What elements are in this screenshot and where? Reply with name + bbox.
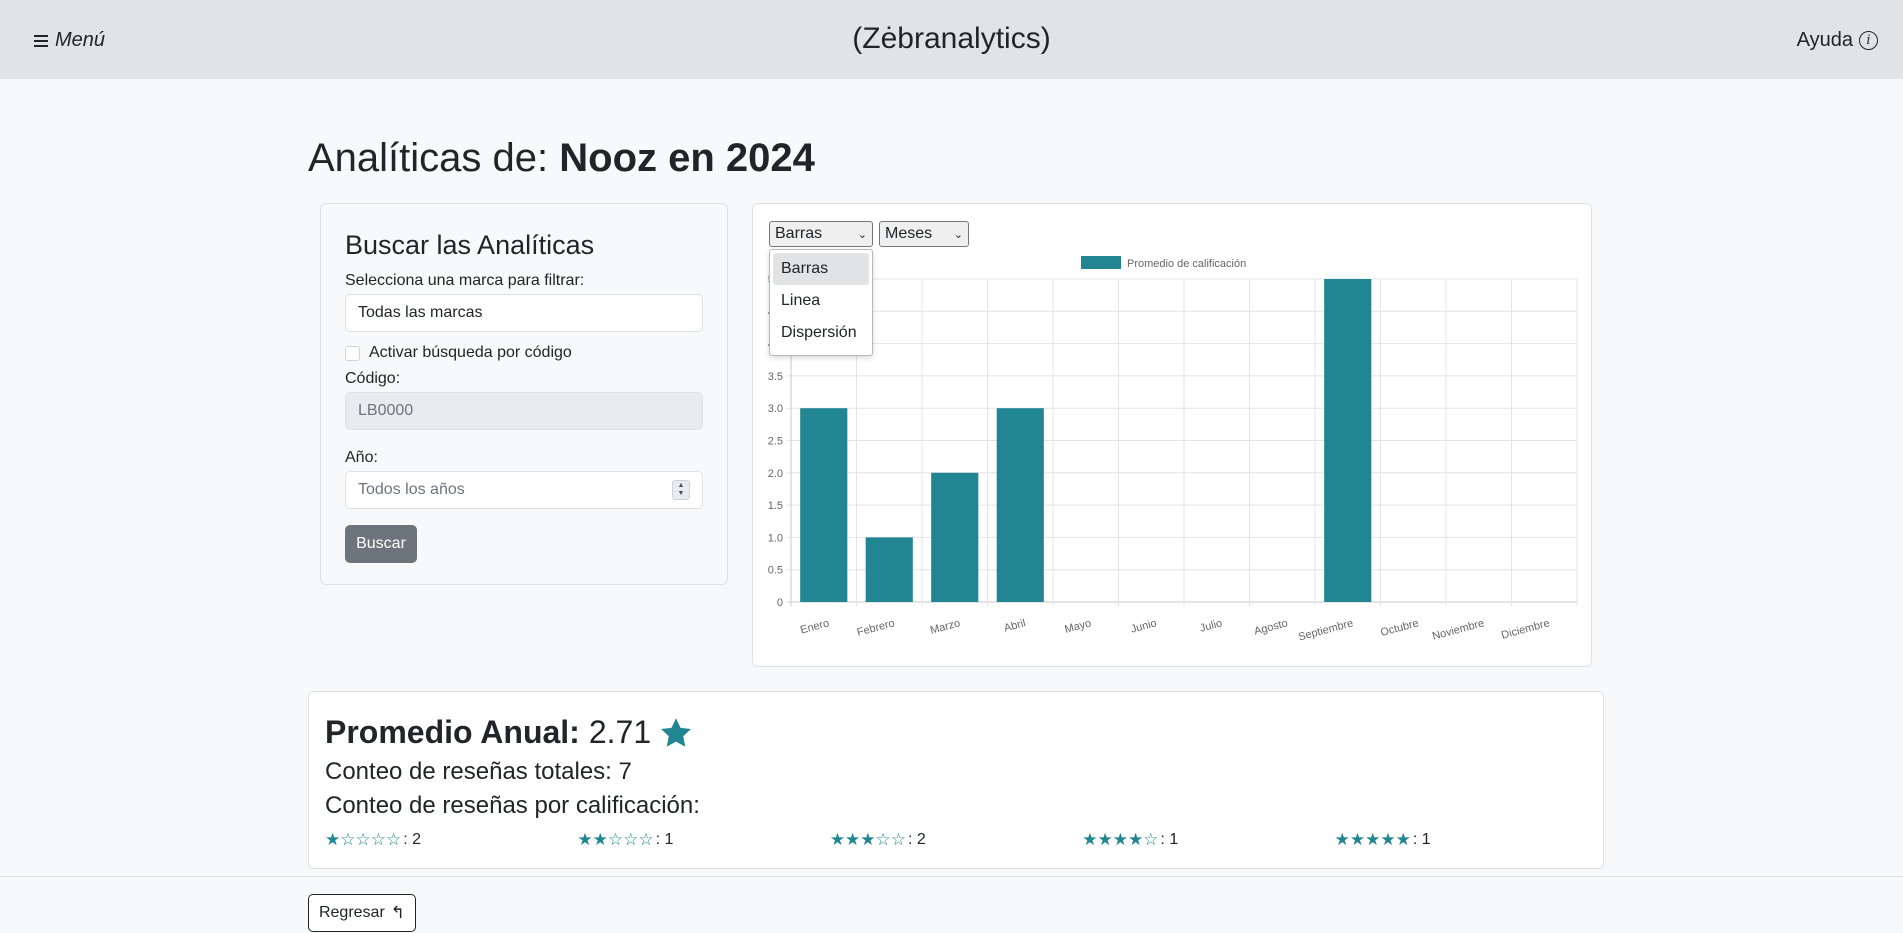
page-title-subject: Nooz en 2024 — [559, 136, 815, 180]
y-tick-label: 2.5 — [768, 436, 783, 448]
star-rating-icon: ★★★★★ — [1334, 830, 1411, 849]
y-tick-label: 3.5 — [768, 371, 783, 383]
back-button[interactable]: Regresar ↰ — [308, 894, 416, 932]
bar-febrero — [865, 537, 913, 602]
star-rating-icon: ★★☆☆☆ — [577, 830, 654, 849]
period-select[interactable]: Meses ⌄ — [879, 221, 969, 247]
chart-type-option-dispersion[interactable]: Dispersión — [773, 317, 869, 349]
page-title: Analíticas de: Nooz en 2024 — [308, 136, 815, 181]
search-heading: Buscar las Analíticas — [345, 230, 595, 260]
rating-2-stars: ★★☆☆☆ : 1 — [577, 830, 829, 850]
y-tick-label: 1.5 — [768, 500, 783, 512]
rating-count: : 1 — [1160, 831, 1179, 848]
x-tick-label: Agosto — [1253, 617, 1289, 637]
star-rating-icon: ★★★★☆ — [1082, 830, 1159, 849]
code-search-toggle[interactable]: Activar búsqueda por código — [345, 344, 703, 362]
legend-swatch — [1081, 256, 1121, 269]
y-tick-label: 2.0 — [768, 468, 783, 480]
footer-bar: Regresar ↰ — [0, 876, 1903, 933]
chart-type-dropdown: Barras Linea Dispersión — [769, 249, 873, 356]
x-tick-label: Septiembre — [1297, 617, 1354, 643]
bar-chart: 00.51.01.52.02.53.03.54.04.55.0EneroFebr… — [768, 256, 1578, 643]
y-tick-label: 3.0 — [768, 403, 783, 415]
total-reviews: Conteo de reseñas totales: 7 — [325, 758, 632, 785]
brand-filter-input[interactable]: Todas las marcas — [345, 294, 703, 332]
y-tick-label: 0.5 — [768, 565, 783, 577]
x-tick-label: Mayo — [1063, 617, 1092, 636]
x-tick-label: Febrero — [856, 617, 896, 639]
bar-septiembre — [1324, 279, 1372, 602]
x-tick-label: Enero — [799, 617, 830, 636]
star-icon — [661, 717, 692, 747]
rating-count: : 2 — [403, 831, 421, 848]
star-rating-icon: ★☆☆☆☆ — [325, 830, 402, 849]
help-button[interactable]: Ayuda i — [1797, 29, 1878, 52]
brand-filter-value: Todas las marcas — [358, 304, 483, 321]
bar-abril — [996, 408, 1044, 602]
brand-title[interactable]: (Zėbranalytics) — [852, 22, 1050, 55]
search-button[interactable]: Buscar — [345, 525, 417, 563]
rating-count: : 2 — [908, 831, 926, 848]
chart-card: 00.51.01.52.02.53.03.54.04.55.0EneroFebr… — [752, 203, 1592, 667]
menu-label: Menú — [55, 29, 106, 51]
year-label: Año: — [345, 449, 378, 466]
code-label: Código: — [345, 370, 401, 387]
rating-count: : 1 — [1412, 831, 1431, 848]
x-tick-label: Junio — [1130, 617, 1159, 635]
top-navbar: Menú (Zėbranalytics) Ayuda i — [0, 0, 1903, 79]
code-search-label: Activar búsqueda por código — [369, 344, 572, 361]
menu-button[interactable]: Menú — [34, 29, 105, 52]
y-tick-label: 0 — [777, 597, 783, 609]
x-tick-label: Julio — [1199, 617, 1224, 634]
rating-1-stars: ★☆☆☆☆ : 2 — [325, 830, 577, 850]
return-arrow-icon: ↰ — [390, 903, 406, 922]
bar-marzo — [931, 472, 979, 602]
rating-5-stars: ★★★★★ : 1 — [1335, 830, 1587, 850]
x-tick-label: Octubre — [1379, 617, 1420, 639]
year-input[interactable]: Todos los años ▲ ▼ — [345, 471, 703, 509]
chart-type-value: Barras — [775, 225, 823, 242]
rating-4-stars: ★★★★☆ : 1 — [1082, 830, 1334, 850]
star-rating-icon: ★★★☆☆ — [829, 830, 907, 849]
hamburger-icon — [34, 34, 48, 47]
rating-3-stars: ★★★☆☆ : 2 — [830, 830, 1082, 850]
x-tick-label: Marzo — [929, 617, 962, 637]
info-icon: i — [1859, 31, 1878, 50]
chevron-down-icon: ⌄ — [857, 228, 867, 241]
period-value: Meses — [885, 225, 933, 242]
number-spinner-icon[interactable]: ▲ ▼ — [672, 480, 690, 500]
rating-count: : 1 — [655, 831, 674, 848]
chart-type-option-linea[interactable]: Linea — [773, 285, 869, 317]
y-tick-label: 1.0 — [768, 532, 783, 544]
reviews-by-rating-label: Conteo de reseñas por calificación: — [325, 792, 700, 819]
chart-type-option-barras[interactable]: Barras — [773, 253, 869, 285]
annual-average-label: Promedio Anual: — [325, 713, 580, 750]
x-tick-label: Abril — [1003, 617, 1027, 634]
help-label: Ayuda — [1796, 29, 1853, 51]
code-input[interactable]: LB0000 — [345, 392, 703, 430]
code-value: LB0000 — [358, 402, 414, 419]
x-tick-label: Noviembre — [1431, 617, 1485, 642]
search-card: Buscar las Analíticas Selecciona una mar… — [320, 203, 728, 585]
chevron-down-icon: ⌄ — [953, 228, 963, 241]
page-title-prefix: Analíticas de: — [308, 136, 560, 180]
brand-filter-label: Selecciona una marca para filtrar: — [345, 272, 585, 289]
year-placeholder: Todos los años — [358, 481, 465, 498]
legend-label: Promedio de calificación — [1127, 258, 1246, 270]
x-tick-label: Diciembre — [1500, 617, 1551, 641]
chart-type-select[interactable]: Barras ⌄ — [769, 221, 873, 247]
annual-average-value: 2.71 — [588, 713, 652, 750]
rating-breakdown: ★☆☆☆☆ : 2 ★★☆☆☆ : 1 ★★★☆☆ : 2 ★★★★☆ : 1 ★★★★… — [325, 830, 1587, 850]
code-search-checkbox[interactable] — [345, 345, 360, 361]
back-label: Regresar — [318, 904, 385, 921]
annual-average: Promedio Anual: 2.71 — [325, 712, 1587, 752]
stats-card: Promedio Anual: 2.71 Conteo de reseñas t… — [308, 691, 1604, 869]
bar-enero — [800, 408, 848, 602]
